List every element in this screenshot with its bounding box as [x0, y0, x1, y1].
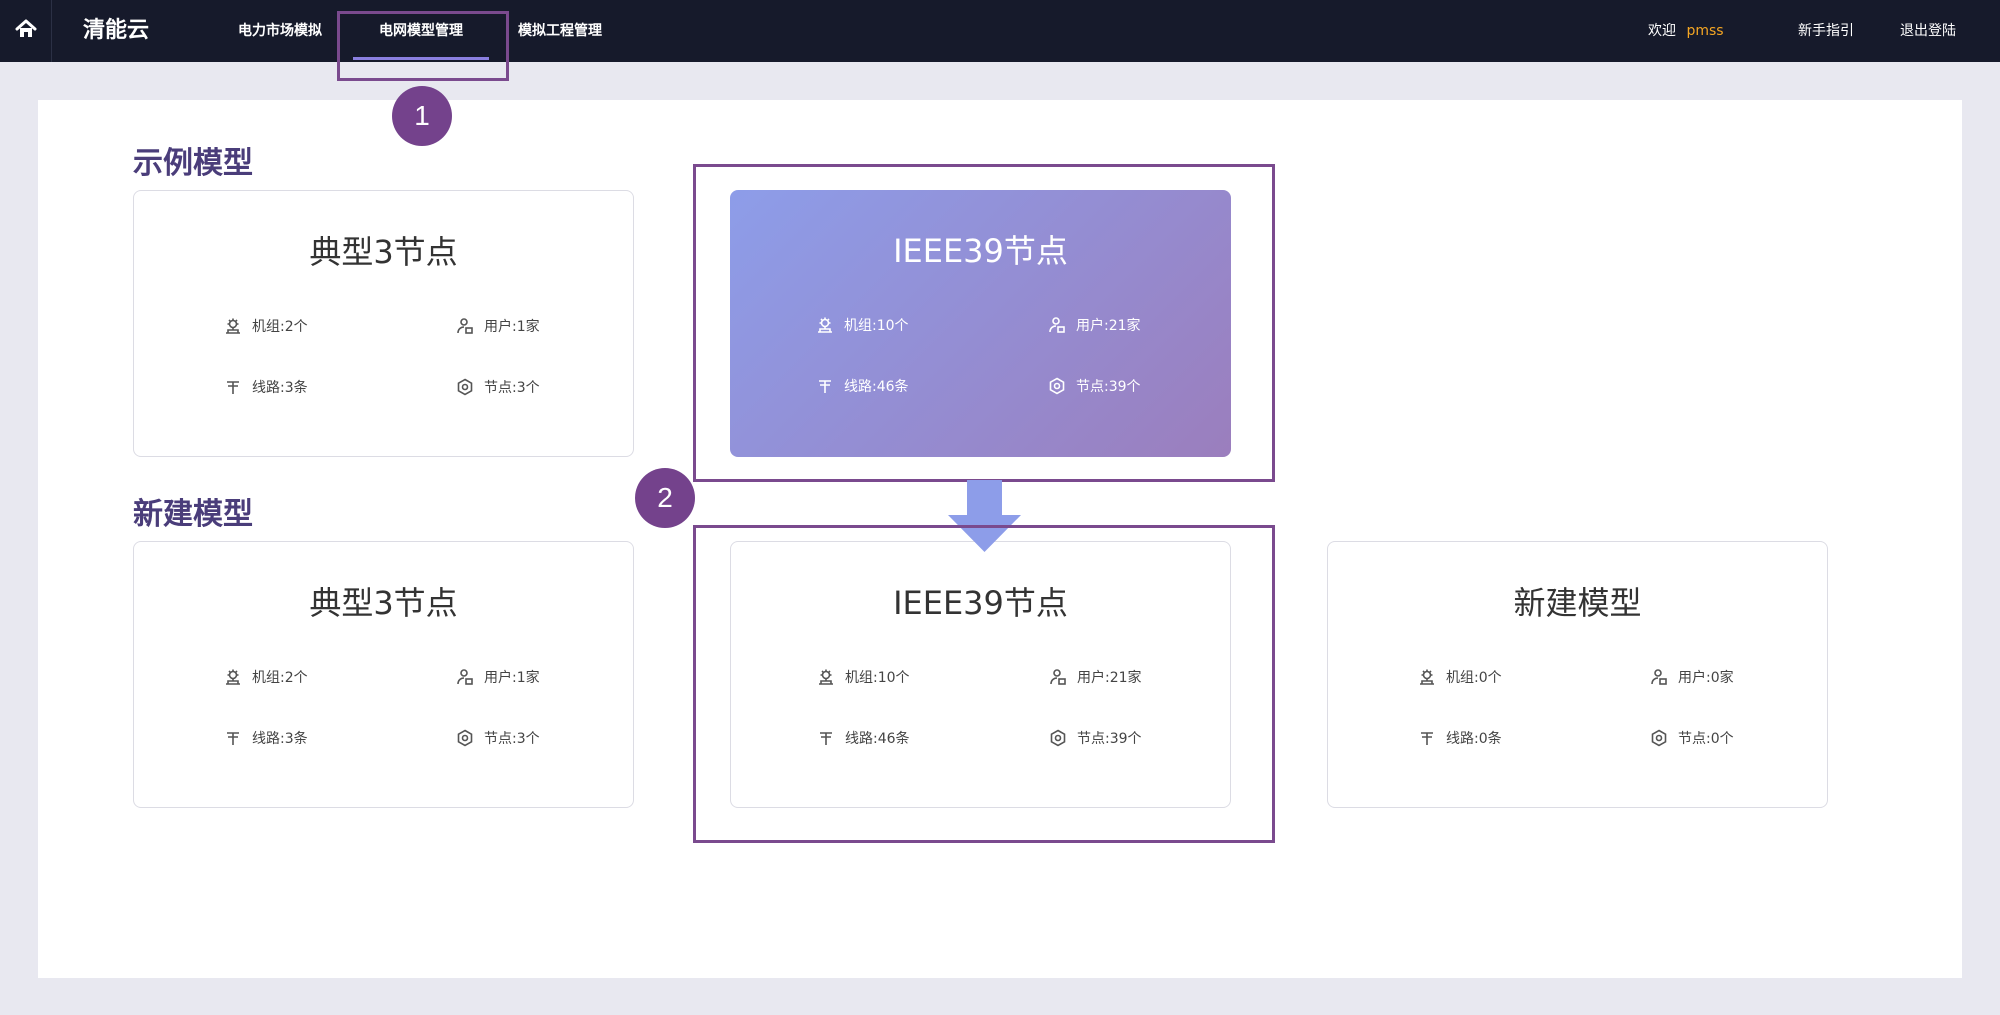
section-title-examples: 示例模型	[133, 146, 253, 181]
down-arrow-icon	[948, 480, 1021, 552]
user-icon	[1049, 668, 1067, 686]
stat-lines: 线路:3条	[224, 728, 308, 748]
new-card-blank-model[interactable]: 新建模型 机组:0个 用户:0家 线路:0条 节点:0个	[1327, 541, 1828, 808]
new-card-ieee39[interactable]: IEEE39节点 机组:10个 用户:21家 线路:46条 节点:39个	[730, 541, 1231, 808]
stat-lines: 线路:0条	[1418, 728, 1502, 748]
user-icon	[456, 317, 474, 335]
power-line-icon	[817, 729, 835, 747]
generator-icon	[224, 317, 242, 335]
generator-icon	[1418, 668, 1436, 686]
stat-nodes: 节点:0个	[1650, 728, 1734, 748]
stat-users: 用户:1家	[456, 667, 540, 687]
stat-lines: 线路:46条	[816, 376, 909, 396]
stat-lines: 线路:3条	[224, 377, 308, 397]
username[interactable]: pmss	[1686, 23, 1723, 39]
home-button[interactable]	[0, 0, 52, 62]
section-title-new: 新建模型	[133, 497, 253, 532]
user-icon	[456, 668, 474, 686]
new-card-3-node[interactable]: 典型3节点 机组:2个 用户:1家 线路:3条 节点:3个	[133, 541, 634, 808]
nav-sim-project-management[interactable]: 模拟工程管理	[518, 0, 602, 62]
stat-users: 用户:0家	[1650, 667, 1734, 687]
card-title: 新建模型	[1513, 584, 1642, 622]
power-line-icon	[816, 377, 834, 395]
brand-logo[interactable]: 清能云	[83, 0, 149, 62]
step-badge-1: 1	[392, 86, 452, 146]
stat-units: 机组:0个	[1418, 667, 1502, 687]
generator-icon	[817, 668, 835, 686]
stat-units: 机组:10个	[817, 667, 910, 687]
nav-power-market-sim[interactable]: 电力市场模拟	[238, 0, 322, 62]
example-card-3-node[interactable]: 典型3节点 机组:2个 用户:1家 线路:3条 节点:3个	[133, 190, 634, 457]
card-title: 典型3节点	[309, 584, 458, 622]
top-nav-bar: 清能云 电力市场模拟 电网模型管理 模拟工程管理 欢迎 pmss 新手指引 退出…	[0, 0, 2000, 62]
home-icon	[15, 19, 37, 43]
stat-nodes: 节点:3个	[456, 377, 540, 397]
node-icon	[456, 378, 474, 396]
stat-users: 用户:1家	[456, 316, 540, 336]
step-badge-2: 2	[635, 468, 695, 528]
generator-icon	[816, 316, 834, 334]
stat-users: 用户:21家	[1049, 667, 1142, 687]
stat-units: 机组:2个	[224, 667, 308, 687]
node-icon	[1049, 729, 1067, 747]
generator-icon	[224, 668, 242, 686]
power-line-icon	[224, 378, 242, 396]
card-title: 典型3节点	[309, 233, 458, 271]
stat-nodes: 节点:3个	[456, 728, 540, 748]
user-icon	[1048, 316, 1066, 334]
node-icon	[1650, 729, 1668, 747]
stat-units: 机组:2个	[224, 316, 308, 336]
stat-lines: 线路:46条	[817, 728, 910, 748]
guide-link[interactable]: 新手指引	[1798, 0, 1854, 62]
stat-units: 机组:10个	[816, 315, 909, 335]
card-title: IEEE39节点	[893, 232, 1068, 270]
user-icon	[1650, 668, 1668, 686]
card-title: IEEE39节点	[893, 584, 1068, 622]
stat-nodes: 节点:39个	[1049, 728, 1142, 748]
welcome-text: 欢迎 pmss	[1648, 0, 1724, 62]
node-icon	[456, 729, 474, 747]
power-line-icon	[1418, 729, 1436, 747]
welcome-label: 欢迎	[1648, 23, 1676, 39]
stat-users: 用户:21家	[1048, 315, 1141, 335]
stat-nodes: 节点:39个	[1048, 376, 1141, 396]
power-line-icon	[224, 729, 242, 747]
node-icon	[1048, 377, 1066, 395]
nav-grid-model-management[interactable]: 电网模型管理	[353, 0, 489, 62]
example-card-ieee39[interactable]: IEEE39节点 机组:10个 用户:21家 线路:46条 节点:39个	[730, 190, 1231, 457]
logout-link[interactable]: 退出登陆	[1900, 0, 1956, 62]
